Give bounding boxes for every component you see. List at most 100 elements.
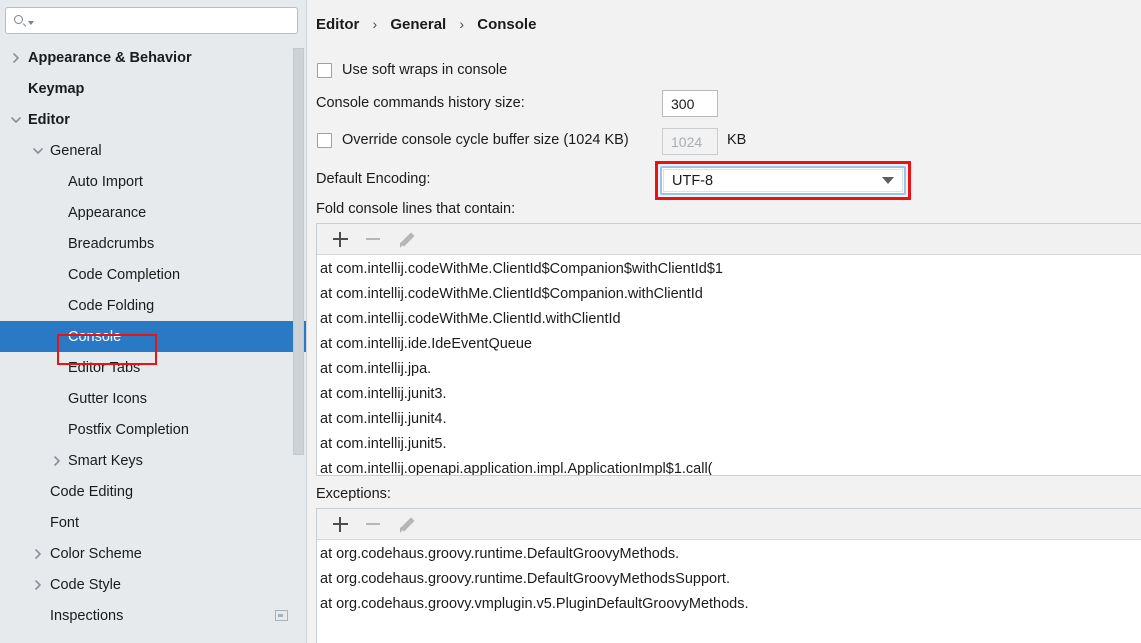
list-item[interactable]: at com.intellij.codeWithMe.ClientId.with… [317, 307, 1141, 332]
sidebar-item-label: Keymap [28, 81, 84, 97]
settings-sidebar: Appearance & Behavior Keymap Editor General… [0, 0, 307, 643]
sidebar-item-code-folding[interactable]: Code Folding [0, 290, 307, 321]
breadcrumb-general[interactable]: General [390, 16, 446, 33]
sidebar-item-code-editing[interactable]: Code Editing [0, 476, 307, 507]
sidebar-item-label: Editor [28, 112, 70, 128]
sidebar-item-auto-import[interactable]: Auto Import [0, 166, 307, 197]
sidebar-item-label: Appearance & Behavior [28, 50, 192, 66]
list-item[interactable]: at com.intellij.codeWithMe.ClientId$Comp… [317, 282, 1141, 307]
add-icon [333, 232, 348, 247]
override-buffer-label: Override console cycle buffer size (1024… [342, 132, 629, 148]
inspections-profile-icon[interactable] [275, 610, 288, 621]
search-icon [13, 12, 31, 30]
override-buffer-checkbox[interactable] [317, 133, 332, 148]
sidebar-item-label: Console [68, 329, 121, 345]
sidebar-item-label: Breadcrumbs [68, 236, 154, 252]
fold-add-button[interactable] [325, 226, 355, 252]
sidebar-item-font[interactable]: Font [0, 507, 307, 538]
sidebar-item-label: Auto Import [68, 174, 143, 190]
fold-list-toolbar [317, 224, 1141, 255]
edit-icon [398, 516, 415, 533]
sidebar-item-keymap[interactable]: Keymap [0, 73, 307, 104]
sidebar-item-label: Code Folding [68, 298, 154, 314]
exceptions-label: Exceptions: [316, 486, 391, 502]
list-item[interactable]: at com.intellij.ide.IdeEventQueue [317, 332, 1141, 357]
soft-wraps-row[interactable]: Use soft wraps in console [317, 62, 507, 78]
sidebar-item-label: Appearance [68, 205, 146, 221]
breadcrumb-separator-1: › [373, 16, 378, 32]
chevron-down-icon[interactable] [31, 144, 45, 158]
sidebar-item-label: Gutter Icons [68, 391, 147, 407]
sidebar-item-smart-keys[interactable]: Smart Keys [0, 445, 307, 476]
chevron-right-icon[interactable] [9, 51, 23, 65]
chevron-right-icon[interactable] [31, 578, 45, 592]
breadcrumb-separator-2: › [459, 16, 464, 32]
list-item[interactable]: at com.intellij.openapi.application.impl… [317, 457, 1141, 476]
breadcrumb: Editor › General › Console [316, 16, 536, 33]
history-size-label: Console commands history size: [316, 95, 525, 111]
fold-console-lines-label: Fold console lines that contain: [316, 201, 515, 217]
list-item[interactable]: at com.intellij.codeWithMe.ClientId$Comp… [317, 257, 1141, 282]
sidebar-item-label: Code Editing [50, 484, 133, 500]
list-item[interactable]: at com.intellij.junit4. [317, 407, 1141, 432]
kb-unit-label: KB [727, 132, 746, 148]
sidebar-item-label: Code Style [50, 577, 121, 593]
sidebar-item-gutter-icons[interactable]: Gutter Icons [0, 383, 307, 414]
sidebar-item-console[interactable]: Console [0, 321, 307, 352]
list-item[interactable]: at org.codehaus.groovy.runtime.DefaultGr… [317, 542, 1141, 567]
exceptions-add-button[interactable] [325, 511, 355, 537]
exceptions-listbox: at org.codehaus.groovy.runtime.DefaultGr… [316, 508, 1141, 643]
sidebar-item-code-style[interactable]: Code Style [0, 569, 307, 600]
exceptions-edit-button[interactable] [391, 511, 421, 537]
list-item[interactable]: at org.codehaus.groovy.vmplugin.v5.Plugi… [317, 592, 1141, 617]
fold-edit-button[interactable] [391, 226, 421, 252]
default-encoding-combobox[interactable]: UTF-8 [660, 166, 906, 195]
soft-wraps-label: Use soft wraps in console [342, 62, 507, 78]
exceptions-list-items: at org.codehaus.groovy.runtime.DefaultGr… [317, 540, 1141, 617]
history-size-input[interactable] [662, 90, 718, 117]
sidebar-item-breadcrumbs[interactable]: Breadcrumbs [0, 228, 307, 259]
remove-icon [366, 523, 380, 525]
default-encoding-value: UTF-8 [672, 173, 882, 189]
fold-remove-button[interactable] [358, 226, 388, 252]
exceptions-list-toolbar [317, 509, 1141, 540]
search-area [0, 0, 307, 34]
sidebar-item-editor[interactable]: Editor [0, 104, 307, 135]
sidebar-item-label: Editor Tabs [68, 360, 140, 376]
sidebar-item-editor-tabs[interactable]: Editor Tabs [0, 352, 307, 383]
sidebar-item-general[interactable]: General [0, 135, 307, 166]
exceptions-remove-button[interactable] [358, 511, 388, 537]
search-box[interactable] [5, 7, 298, 34]
sidebar-item-code-completion[interactable]: Code Completion [0, 259, 307, 290]
sidebar-item-inspections[interactable]: Inspections [0, 600, 307, 631]
sidebar-scrollbar-thumb[interactable] [293, 48, 304, 455]
sidebar-item-appearance-behavior[interactable]: Appearance & Behavior [0, 42, 307, 73]
search-input[interactable] [31, 8, 297, 33]
cycle-buffer-size-input[interactable] [662, 128, 718, 155]
remove-icon [366, 238, 380, 240]
sidebar-item-label: Postfix Completion [68, 422, 189, 438]
sidebar-item-appearance[interactable]: Appearance [0, 197, 307, 228]
list-item[interactable]: at org.codehaus.groovy.runtime.DefaultGr… [317, 567, 1141, 592]
settings-dialog: Appearance & Behavior Keymap Editor General… [0, 0, 1141, 643]
soft-wraps-checkbox[interactable] [317, 63, 332, 78]
list-item[interactable]: at com.intellij.junit5. [317, 432, 1141, 457]
sidebar-item-label: Color Scheme [50, 546, 142, 562]
breadcrumb-console: Console [477, 16, 536, 33]
sidebar-item-postfix-completion[interactable]: Postfix Completion [0, 414, 307, 445]
list-item[interactable]: at com.intellij.junit3. [317, 382, 1141, 407]
chevron-right-icon[interactable] [50, 454, 64, 468]
console-settings-panel: Editor › General › Console Use soft wrap… [307, 0, 1141, 643]
edit-icon [398, 231, 415, 248]
chevron-right-icon[interactable] [31, 547, 45, 561]
sidebar-item-color-scheme[interactable]: Color Scheme [0, 538, 307, 569]
list-item[interactable]: at com.intellij.jpa. [317, 357, 1141, 382]
sidebar-item-label: Inspections [50, 608, 123, 624]
fold-list-items: at com.intellij.codeWithMe.ClientId$Comp… [317, 255, 1141, 476]
chevron-down-icon[interactable] [9, 113, 23, 127]
default-encoding-label: Default Encoding: [316, 171, 430, 187]
override-buffer-row[interactable]: Override console cycle buffer size (1024… [317, 132, 629, 148]
breadcrumb-editor[interactable]: Editor [316, 16, 359, 33]
chevron-down-icon[interactable] [882, 177, 894, 184]
sidebar-item-label: Font [50, 515, 79, 531]
